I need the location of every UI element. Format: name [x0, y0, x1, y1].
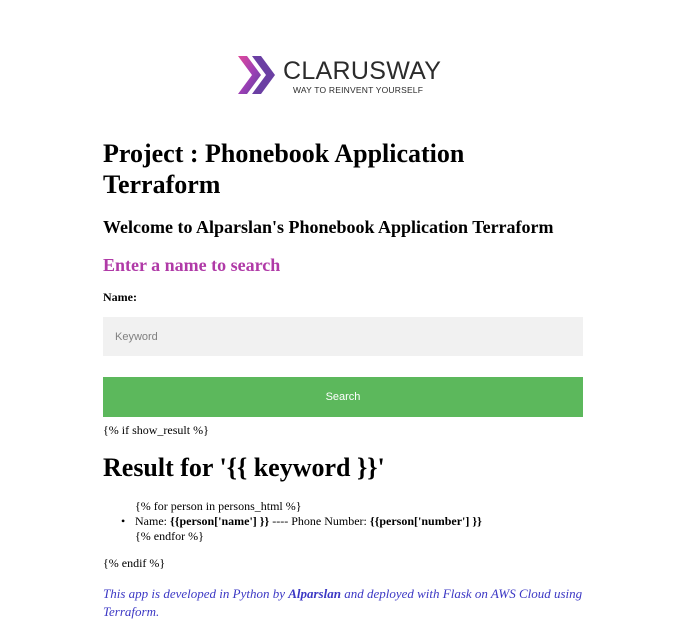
keyword-input[interactable]: [103, 317, 583, 356]
bullet-icon: •: [121, 514, 126, 528]
main-content: Project : Phonebook Application Terrafor…: [103, 138, 583, 621]
search-heading: Enter a name to search: [103, 255, 281, 275]
footer-note: This app is developed in Python by Alpar…: [103, 585, 583, 621]
footer-prefix: This app is developed in Python by: [103, 586, 289, 601]
template-for-line: {% for person in persons_html %}: [135, 499, 302, 513]
footer-author: Alparslan: [288, 586, 341, 601]
name-label: Name:: [103, 290, 137, 304]
template-endif-line: {% endif %}: [103, 556, 166, 570]
logo-name: CLARUSWAY: [283, 57, 442, 85]
template-if-line: {% if show_result %}: [103, 423, 209, 437]
person-list: • Name: {{person['name'] }} ---- Phone N…: [121, 513, 583, 529]
list-item: • Name: {{person['name'] }} ---- Phone N…: [121, 513, 583, 529]
search-form: Name: Search: [103, 289, 583, 417]
search-button[interactable]: Search: [103, 377, 583, 417]
clarusway-chevrons-icon: [238, 56, 275, 94]
clarusway-logo: CLARUSWAY WAY TO REINVENT YOURSELF: [238, 54, 453, 98]
welcome-heading: Welcome to Alparslan's Phonebook Applica…: [103, 217, 554, 237]
page-title: Project : Phonebook Application Terrafor…: [103, 139, 465, 199]
logo-tagline: WAY TO REINVENT YOURSELF: [293, 85, 424, 95]
person-number-expr: {{person['number'] }}: [369, 514, 482, 528]
name-prefix: Name:: [135, 514, 170, 528]
person-name-expr: {{person['name'] }}: [170, 514, 270, 528]
template-endfor-line: {% endfor %}: [135, 529, 204, 543]
result-heading: Result for '{{ keyword }}': [103, 453, 385, 482]
result-list: {% for person in persons_html %} • Name:…: [103, 499, 583, 543]
phone-separator: ---- Phone Number:: [269, 514, 370, 528]
